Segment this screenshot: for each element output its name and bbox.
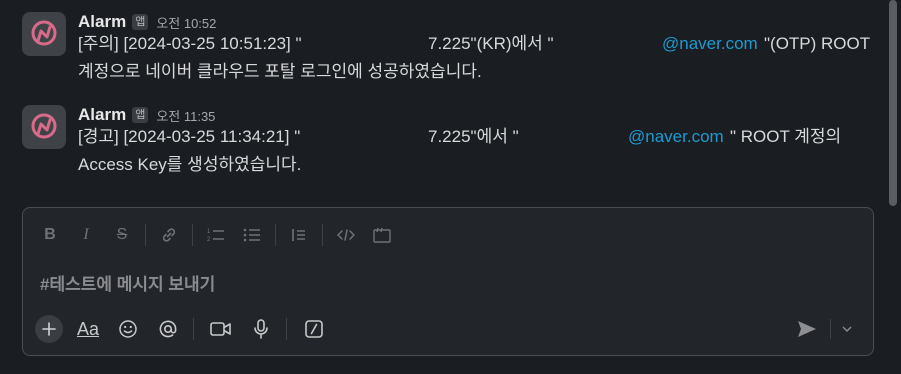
mention-icon[interactable] [153,314,183,344]
alarm-app-icon [31,113,57,139]
app-badge: 앱 [132,14,149,30]
message-text-part: [주의] [2024-03-25 10:51:23] " [78,34,302,53]
sender-name[interactable]: Alarm [78,12,126,32]
svg-text:2: 2 [207,237,211,243]
message-text-line2: 계정으로 네이버 클라우드 포탈 로그인에 성공하였습니다. [78,62,482,81]
alarm-app-icon [31,20,57,46]
toolbar-divider [275,224,276,246]
emoji-icon[interactable] [113,314,143,344]
bold-icon[interactable]: B [35,220,65,250]
microphone-icon[interactable] [246,314,276,344]
message-time[interactable]: 오전 10:52 [156,13,216,32]
actions-divider [193,318,194,340]
svg-text:1: 1 [207,229,211,235]
message-header: Alarm 앱 오전 10:52 [78,12,216,32]
formatting-toolbar: B I S 12 [35,220,403,250]
message-time[interactable]: 오전 11:35 [156,106,215,125]
alarm-avatar[interactable] [22,105,66,149]
send-area [792,314,855,344]
message-text-part: 7.225"(KR)에서 " [428,34,554,53]
toolbar-divider [145,224,146,246]
video-icon[interactable] [206,314,236,344]
text-format-icon[interactable]: Aa [73,314,103,344]
strikethrough-icon[interactable]: S [107,220,137,250]
bulleted-list-icon[interactable] [237,220,267,250]
blockquote-icon[interactable] [284,220,314,250]
message-text-part: 7.225"에서 " [428,127,519,146]
message-input[interactable]: #테스트에 메시지 보내기 [40,270,215,295]
code-icon[interactable] [331,220,361,250]
send-divider [830,319,831,339]
message-text-part: "(OTP) ROOT [764,34,871,53]
toolbar-divider [322,224,323,246]
actions-divider [286,318,287,340]
composer-actions: Aa [35,314,863,344]
email-link[interactable]: @naver.com [662,30,758,58]
plus-icon[interactable] [35,315,63,343]
message-1: Alarm 앱 오전 10:52 [주의] [2024-03-25 10:51:… [0,12,880,90]
alarm-avatar[interactable] [22,12,66,56]
email-link[interactable]: @naver.com [628,123,724,151]
code-block-icon[interactable] [367,220,397,250]
scrollbar[interactable] [889,0,897,206]
text-format-label: Aa [76,318,100,339]
italic-icon[interactable]: I [71,220,101,250]
send-icon[interactable] [792,314,822,344]
message-2: Alarm 앱 오전 11:35 [경고] [2024-03-25 11:34:… [0,105,880,183]
toolbar-divider [192,224,193,246]
message-text-part: " ROOT 계정의 [730,127,842,146]
message-text-line2: Access Key를 생성하였습니다. [78,155,302,174]
link-icon[interactable] [154,220,184,250]
message-header: Alarm 앱 오전 11:35 [78,105,215,125]
app-badge: 앱 [132,107,149,123]
slash-command-icon[interactable] [299,314,329,344]
message-composer: B I S 12 #테스트에 메시지 보내기 Aa [22,207,874,356]
chevron-down-icon[interactable] [839,314,855,344]
sender-name[interactable]: Alarm [78,105,126,125]
message-text-part: [경고] [2024-03-25 11:34:21] " [78,127,301,146]
ordered-list-icon[interactable]: 12 [201,220,231,250]
